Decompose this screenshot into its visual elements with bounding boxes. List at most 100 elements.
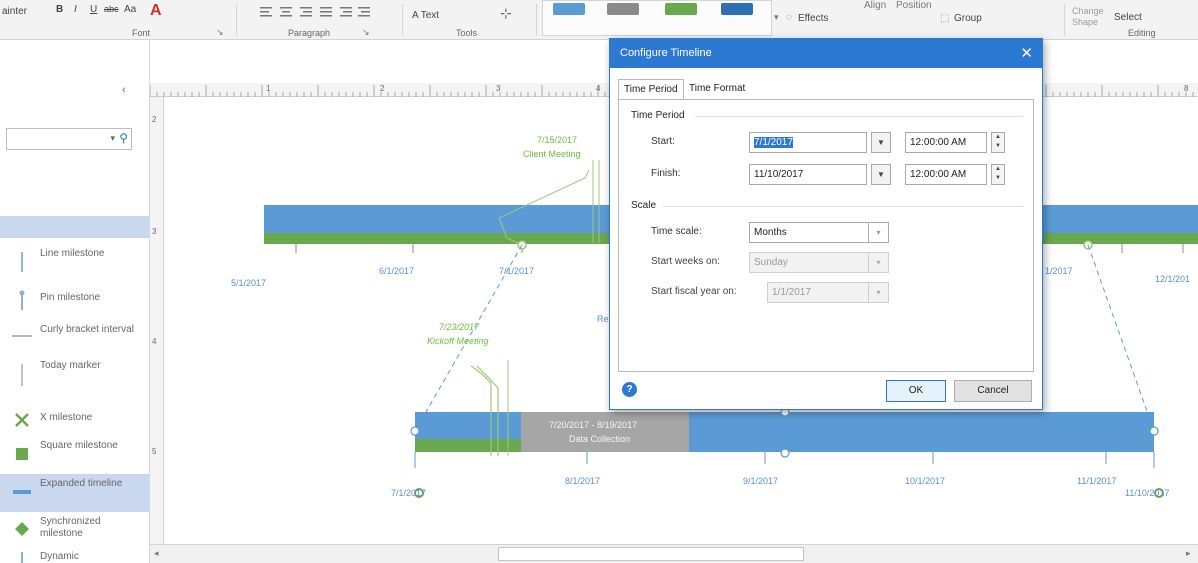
style-swatch-blue[interactable] [553, 3, 585, 15]
scrollbar-thumb[interactable] [498, 547, 804, 561]
stencil-item-dynamic[interactable]: Dynamic [0, 550, 150, 563]
quick-styles-gallery[interactable] [542, 0, 772, 36]
scale-group-title: Scale [631, 200, 657, 211]
chevron-down-icon[interactable]: ▾ [869, 252, 889, 273]
stencil-item-today-marker[interactable]: Today marker [0, 356, 150, 394]
resize-handle[interactable] [1149, 426, 1159, 436]
start-weeks-label: Start weeks on: [651, 256, 720, 267]
start-weeks-select[interactable]: Sunday [749, 252, 869, 273]
milestone-date-label: 7/23/2017 [439, 322, 480, 332]
synchronized-milestone-icon [15, 522, 29, 536]
chevron-down-icon[interactable]: ▾ [110, 133, 115, 144]
close-icon[interactable]: ✕ [1020, 44, 1033, 62]
font-dialog-launcher-icon[interactable]: ↘ [216, 27, 224, 38]
paragraph-dialog-launcher-icon[interactable]: ↘ [362, 27, 370, 38]
finish-label: Finish: [651, 168, 681, 179]
gallery-more-icon[interactable]: ▾ [774, 12, 779, 23]
paragraph-align-icons[interactable] [260, 6, 400, 18]
position-button[interactable]: Position [896, 0, 932, 11]
timeline-date-label: 1/2017 [1045, 266, 1073, 276]
start-date-dropdown[interactable]: ▼ [871, 132, 891, 153]
start-label: Start: [651, 136, 675, 147]
stencil-item-label: Square milestone [40, 440, 118, 451]
bold-button[interactable]: B [56, 4, 63, 15]
start-time-input[interactable]: 12:00:00 AM [905, 132, 987, 153]
tab-time-format[interactable]: Time Format [684, 79, 750, 100]
change-shape-button[interactable]: Change Shape [1072, 6, 1106, 28]
stencil-item-label: Curly bracket interval [40, 324, 134, 335]
format-painter-button[interactable]: ainter [2, 6, 27, 17]
ribbon: ainter B I U abc Aa A Font ↘ Paragraph ↘… [0, 0, 1198, 40]
start-time-spinner[interactable]: ▲ ▼ [991, 132, 1005, 153]
font-group-label: Font [132, 28, 151, 38]
help-icon[interactable]: ? [622, 382, 637, 397]
strikethrough-button[interactable]: abc [104, 4, 119, 14]
timeline-date-label: 5/1/2017 [231, 278, 267, 288]
stencil-item-pin-milestone[interactable]: Pin milestone [0, 282, 150, 320]
start-fiscal-year-select[interactable]: 1/1/2017 [767, 282, 869, 303]
stencil-item-x-milestone[interactable]: X milestone [0, 402, 150, 440]
horizontal-scrollbar[interactable]: ◂ ▸ [150, 544, 1198, 563]
expanded-date-label: 9/1/2017 [743, 476, 779, 486]
paragraph-group-label: Paragraph [288, 28, 331, 38]
partial-label: Re [597, 314, 609, 324]
ribbon-separator [536, 4, 537, 36]
style-swatch-green[interactable] [665, 3, 697, 15]
resize-handle[interactable] [410, 426, 420, 436]
milestone-name-label: Kickoff Meeting [427, 336, 489, 346]
scroll-left-icon[interactable]: ◂ [154, 548, 159, 559]
align-button[interactable]: Align [864, 0, 886, 11]
stencil-item-synchronized-milestone[interactable]: Synchronized milestone [0, 512, 150, 550]
text-tool-button[interactable]: A Text [412, 10, 439, 21]
expanded-date-label: 7/1/2017 [391, 488, 427, 498]
group-divider [663, 206, 1023, 207]
chevron-down-icon[interactable]: ▾ [869, 282, 889, 303]
data-collection-interval[interactable] [521, 412, 689, 452]
style-swatch-dark-blue[interactable] [721, 3, 753, 15]
font-case-button[interactable]: Aa [124, 4, 136, 15]
search-shapes-input[interactable]: ▾ ⚲ [6, 128, 132, 150]
finish-time-input[interactable]: 12:00:00 AM [905, 164, 987, 185]
expanded-date-label: 8/1/2017 [565, 476, 601, 486]
scroll-right-icon[interactable]: ▸ [1186, 548, 1191, 559]
stencil-title-bar[interactable] [0, 216, 150, 238]
ruler-number: 3 [496, 84, 501, 93]
search-icon[interactable]: ⚲ [119, 131, 128, 145]
font-color-icon[interactable]: A [150, 2, 162, 20]
time-scale-select[interactable]: Months [749, 222, 869, 243]
stencil-item-label: Pin milestone [40, 292, 101, 303]
start-fiscal-year-label: Start fiscal year on: [651, 286, 737, 297]
dialog-title: Configure Timeline [620, 47, 712, 59]
stencil-item-label: Expanded timeline [40, 478, 123, 489]
ok-button[interactable]: OK [886, 380, 946, 402]
stencil-item-expanded-timeline[interactable]: Expanded timeline [0, 474, 150, 512]
finish-time-spinner[interactable]: ▲ ▼ [991, 164, 1005, 185]
stencil-item-label: Synchronized milestone [40, 516, 101, 539]
resize-handle[interactable] [780, 448, 790, 458]
stencil-item-curly-bracket-interval[interactable]: Curly bracket interval [0, 320, 150, 358]
tab-time-period[interactable]: Time Period [618, 79, 684, 100]
group-button[interactable]: Group [954, 13, 982, 24]
finish-date-input[interactable]: 11/10/2017 [749, 164, 867, 185]
dialog-title-bar[interactable]: Configure Timeline ✕ [610, 39, 1042, 68]
connection-point-icon[interactable]: ⊹ [500, 5, 512, 22]
stencil-item-label: X milestone [40, 412, 93, 423]
select-button[interactable]: Select [1114, 12, 1142, 23]
ruler-number: 2 [152, 115, 157, 124]
style-swatch-gray[interactable] [607, 3, 639, 15]
milestone-date-label: 7/15/2017 [537, 135, 578, 145]
stencil-item-line-milestone[interactable]: Line milestone [0, 244, 150, 282]
underline-button[interactable]: U [90, 4, 97, 15]
effects-button[interactable]: Effects [798, 13, 828, 24]
start-date-input[interactable]: 7/1/2017 [749, 132, 867, 153]
timeline-date-label: 6/1/2017 [379, 266, 415, 276]
stencil-item-square-milestone[interactable]: Square milestone [0, 436, 150, 474]
ruler-number: 2 [380, 84, 385, 93]
chevron-down-icon[interactable]: ▾ [869, 222, 889, 243]
expanded-progress-bar [415, 439, 521, 452]
italic-button[interactable]: I [74, 4, 77, 15]
cancel-button[interactable]: Cancel [954, 380, 1032, 402]
finish-date-dropdown[interactable]: ▼ [871, 164, 891, 185]
curly-bracket-icon [12, 335, 32, 337]
collapse-pane-icon[interactable]: ‹ [122, 84, 126, 96]
